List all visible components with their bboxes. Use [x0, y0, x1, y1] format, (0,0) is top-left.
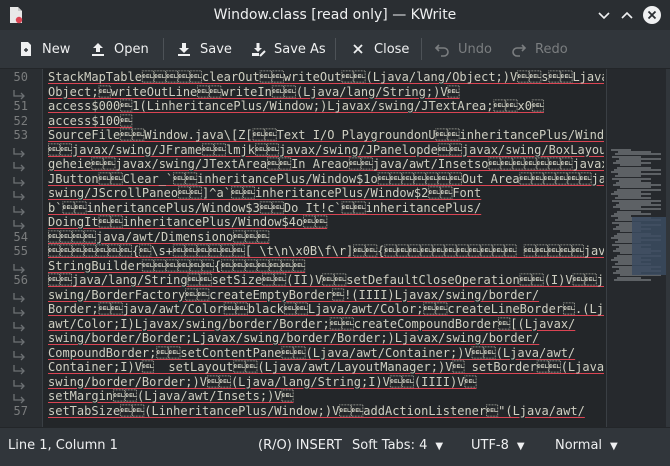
wrap-indicator-icon	[12, 260, 28, 273]
main-toolbar: New Open Save Save As Close Undo Redo	[0, 30, 670, 69]
undo-arrow-icon	[434, 41, 450, 57]
line-number: 54	[13, 229, 28, 244]
wrap-indicator-icon	[12, 318, 28, 331]
code-line[interactable]: b`inheritancePlus/Window$3Do It!c`…	[48, 201, 481, 215]
chevron-down-icon: ▼	[610, 441, 618, 452]
vertical-scrollbar[interactable]	[666, 69, 670, 427]
code-line[interactable]: SourceFileWindow.java\[Z[Text I/O Pl…	[48, 128, 604, 142]
new-button-label: New	[42, 41, 71, 57]
code-line[interactable]: Container;I)V setLayout(Ljava/awt/Lay…	[48, 360, 604, 374]
syntax-mode-label: Normal	[555, 438, 603, 453]
save-button-label: Save	[200, 41, 232, 57]
code-line[interactable]: setMargin(Ljava/awt/Insets;)V	[48, 389, 294, 403]
wrap-indicator-icon	[12, 376, 28, 389]
code-line[interactable]: Object;writeOutLinewriteIn(Ljava/la…	[48, 85, 460, 99]
wrap-indicator-icon	[12, 173, 28, 186]
maximize-icon[interactable]	[617, 5, 637, 25]
line-number: 55	[13, 244, 28, 258]
code-line[interactable]: Border;java/awt/ColorblackLjava/aw…	[48, 302, 604, 316]
close-window-icon[interactable]	[642, 5, 662, 25]
code-line[interactable]: StringBuilder{	[48, 259, 305, 273]
chevron-down-icon: ▼	[435, 441, 444, 452]
wrap-indicator-icon	[12, 361, 28, 375]
code-line[interactable]: {\s+[ \t\n\x0B\f\r]{…	[48, 244, 604, 258]
wrap-indicator-icon	[12, 390, 28, 404]
status-bar: Line 1, Column 1 (R/O) INSERT Soft Tabs:…	[0, 427, 670, 466]
indentation-label: Soft Tabs: 4	[352, 438, 428, 453]
toolbar-separator	[421, 38, 422, 60]
line-number: 50	[13, 70, 28, 84]
code-view[interactable]: StackMapTableclearOutwriteOut(L…	[48, 69, 604, 427]
close-x-icon	[350, 41, 366, 57]
line-number: 53	[13, 128, 28, 142]
code-line[interactable]: swing/border/Border;)V(Ljava/lang/Stri…	[48, 375, 476, 389]
save-as-icon	[250, 41, 266, 57]
encoding-label: UTF-8	[471, 438, 509, 453]
indentation-selector[interactable]: Soft Tabs: 4 ▼	[352, 438, 443, 453]
code-line[interactable]: setTabSize(LinheritancePlus/Window;)V…	[48, 404, 585, 418]
wrap-indicator-icon	[12, 158, 28, 172]
wrap-indicator-icon	[12, 347, 28, 360]
code-line[interactable]: DoingItinheritancePlus/Window$4o	[48, 215, 327, 229]
wrap-indicator-icon	[12, 332, 28, 346]
window-menu-chevron-icon[interactable]	[594, 5, 614, 25]
code-line[interactable]: javax/swing/JFramelmjkjavax/swing/…	[48, 143, 604, 157]
title-bar[interactable]: Window.class [read only] — KWrite	[0, 0, 670, 30]
text-editor-area[interactable]: 50 51 52 53 54 55 56 57 StackMapTableclear…	[0, 69, 670, 427]
cursor-position[interactable]: Line 1, Column 1	[8, 438, 118, 453]
wrap-indicator-icon	[12, 216, 28, 230]
wrap-indicator-icon	[12, 202, 28, 215]
toolbar-separator	[163, 38, 164, 60]
wrap-indicator-icon	[12, 289, 28, 302]
new-document-icon	[18, 41, 34, 57]
wrap-indicator-icon	[12, 86, 28, 99]
redo-arrow-icon	[511, 41, 527, 57]
kwrite-window: Window.class [read only] — KWrite New Op…	[0, 0, 670, 466]
line-number: 52	[13, 113, 28, 128]
code-line[interactable]: java/lang/StringsetSize(II)VsetD…	[48, 273, 604, 287]
code-line[interactable]: CompoundBorder;setContentPane(Ljava/…	[48, 346, 575, 360]
encoding-selector[interactable]: UTF-8 ▼	[471, 438, 525, 453]
line-number: 51	[13, 99, 28, 113]
code-line[interactable]: java/awt/Dimensiono	[48, 230, 269, 244]
wrap-indicator-icon	[12, 144, 28, 157]
line-number: 57	[13, 403, 28, 418]
wrap-indicator-icon	[12, 187, 28, 201]
open-button-label: Open	[114, 41, 149, 57]
redo-button[interactable]: Redo	[511, 38, 568, 60]
open-button[interactable]: Open	[90, 38, 149, 60]
code-line[interactable]: swing/BorderFactorycreateEmptyBorder!…	[48, 288, 539, 302]
code-line[interactable]: StackMapTableclearOutwriteOut(L…	[48, 70, 604, 84]
input-mode[interactable]: (R/O) INSERT	[258, 438, 342, 453]
toolbar-separator	[335, 38, 336, 60]
code-line[interactable]: access$0001(LinheritancePlus/Window;)Lj…	[48, 99, 544, 113]
new-button[interactable]: New	[18, 38, 70, 60]
code-line[interactable]: swing/JScrollPaneo]^a`inheritancePlu…	[48, 186, 481, 200]
window-title: Window.class [read only] — KWrite	[213, 7, 457, 23]
code-line[interactable]: geheiejavax/swing/JTextAreaIn Areao…	[48, 157, 604, 171]
save-button[interactable]: Save	[176, 38, 232, 60]
close-button[interactable]: Close	[350, 38, 409, 60]
undo-button-label: Undo	[458, 41, 492, 57]
code-line[interactable]: access$100	[48, 114, 132, 128]
syntax-mode-selector[interactable]: Normal ▼	[555, 438, 618, 453]
open-upload-icon	[90, 41, 106, 57]
save-as-button[interactable]: Save As	[250, 38, 326, 60]
chevron-down-icon: ▼	[516, 441, 525, 452]
wrap-indicator-icon	[12, 303, 28, 317]
undo-button[interactable]: Undo	[434, 38, 492, 60]
redo-button-label: Redo	[535, 41, 568, 57]
line-number: 56	[13, 273, 28, 287]
save-as-button-label: Save As	[274, 41, 326, 57]
code-line[interactable]: JButtonClear_`inheritancePlus/Window…	[48, 172, 604, 186]
line-number-gutter[interactable]: 50 51 52 53 54 55 56 57	[0, 69, 43, 427]
minimap-viewport[interactable]	[632, 217, 666, 275]
minimap-line	[614, 278, 651, 281]
code-line[interactable]: awt/Color;I)Ljavax/swing/border/Border;…	[48, 317, 575, 331]
code-line[interactable]: swing/border/Border;Ljavax/swing/border/…	[48, 331, 539, 345]
close-button-label: Close	[374, 41, 410, 57]
save-download-icon	[176, 41, 192, 57]
